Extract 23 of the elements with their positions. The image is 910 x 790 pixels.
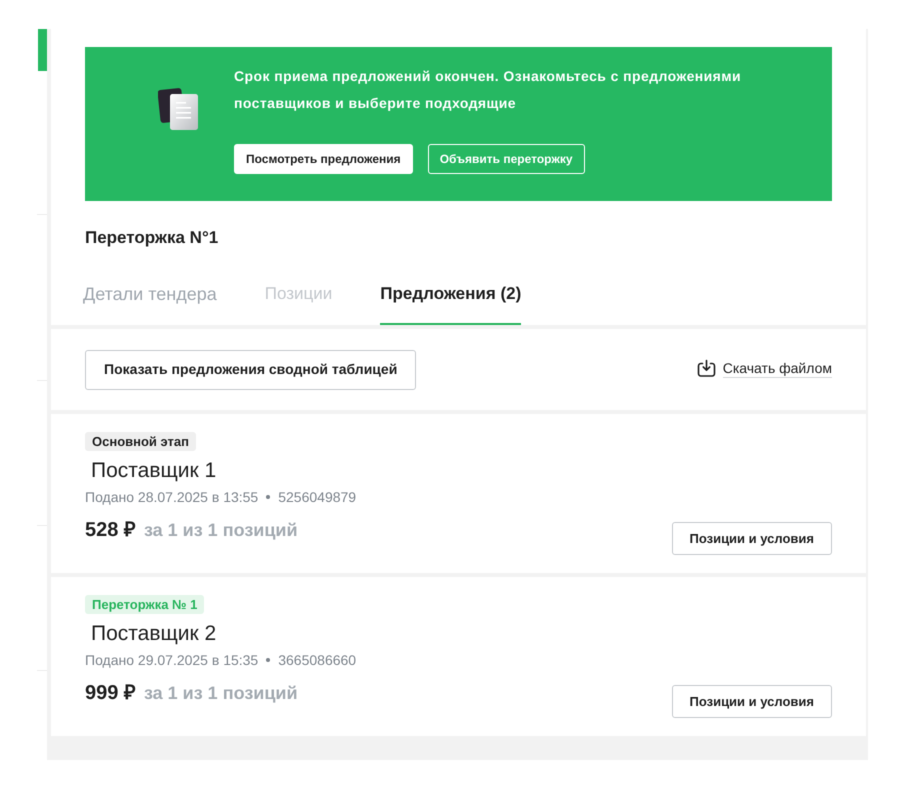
tab[interactable]: Предложения (2) <box>380 267 522 325</box>
submitted-date: Подано 29.07.2025 в 15:35 <box>85 652 258 668</box>
positions-button[interactable]: Позиции и условия <box>672 522 832 555</box>
summary-table-button[interactable]: Показать предложения сводной таблицей <box>85 350 416 390</box>
notice-text: Срок приема предложений окончен. Ознакомьтесь с предложениями поставщиков и выберите подходящие <box>234 67 742 113</box>
price-amount: 528 ₽ <box>85 519 136 541</box>
supplier-name: Поставщик 2 <box>90 622 216 646</box>
coverage-text: за 1 из 1 позиций <box>144 682 298 704</box>
page-title: Переторжка N°1 <box>85 228 218 248</box>
stage-badge: Переторжка № 1 <box>85 595 204 614</box>
supplier-number: 5256049879 <box>278 489 356 505</box>
stage-badge: Основной этап <box>85 432 196 451</box>
supplier-name: Поставщик 1 <box>90 459 216 483</box>
submitted-date: Подано 28.07.2025 в 13:55 <box>85 489 258 505</box>
download-link[interactable]: Скачать файлом <box>722 358 832 378</box>
documents-icon <box>158 86 200 131</box>
supplier-number: 3665086660 <box>278 652 356 668</box>
price-amount: 999 ₽ <box>85 682 136 704</box>
notice-button[interactable]: Посмотреть предложения <box>234 144 413 174</box>
coverage-text: за 1 из 1 позиций <box>144 519 298 541</box>
sidebar-active-marker <box>38 29 47 71</box>
positions-button[interactable]: Позиции и условия <box>672 685 832 718</box>
download-icon <box>696 358 716 378</box>
